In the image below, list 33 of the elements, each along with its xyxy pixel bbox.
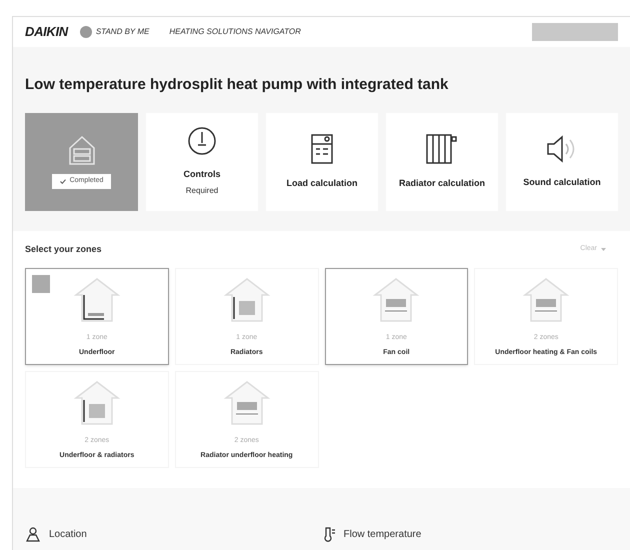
thermometer-icon: [322, 526, 336, 542]
calculator-icon: [310, 132, 334, 165]
step-label: Sound calculation: [523, 176, 601, 189]
step-status: Required: [186, 185, 218, 198]
caret-icon: [601, 248, 606, 251]
gauge-icon: [187, 126, 217, 156]
house-zone-icon: [222, 275, 272, 325]
brand-logo: DAIKIN: [25, 23, 68, 42]
house-icon: [68, 134, 96, 166]
zone-checkbox[interactable]: [32, 275, 50, 293]
brand-tagline: STAND BY ME: [96, 26, 150, 38]
house-zone-icon: [371, 275, 422, 325]
step-card[interactable]: Radiator calculation: [386, 112, 498, 210]
section-heading: Flow temperature: [344, 528, 422, 542]
step-card[interactable]: Sound calculation: [506, 112, 618, 210]
app-name: HEATING SOLUTIONS NAVIGATOR: [169, 26, 301, 38]
house-zone-icon: [72, 275, 122, 325]
section-title: Select your zones: [25, 242, 102, 256]
step-label: Controls: [184, 168, 220, 181]
step-label: Load calculation: [286, 176, 358, 190]
globe-icon: [80, 26, 92, 38]
step-card[interactable]: Controls Required: [146, 112, 258, 210]
house-zone-icon: [72, 378, 122, 428]
location-icon: [25, 526, 41, 542]
house-zone-icon: [521, 275, 572, 325]
header-button[interactable]: [532, 23, 618, 41]
step-card[interactable]: Load calculation: [266, 112, 378, 210]
check-icon: [60, 179, 66, 184]
radiator-icon: [425, 132, 459, 165]
step-label: Radiator calculation: [398, 176, 486, 190]
house-zone-icon: [222, 378, 272, 428]
section-heading: Location: [49, 528, 87, 542]
page-title: Low temperature hydrosplit heat pump with integrated tank: [24, 75, 450, 95]
